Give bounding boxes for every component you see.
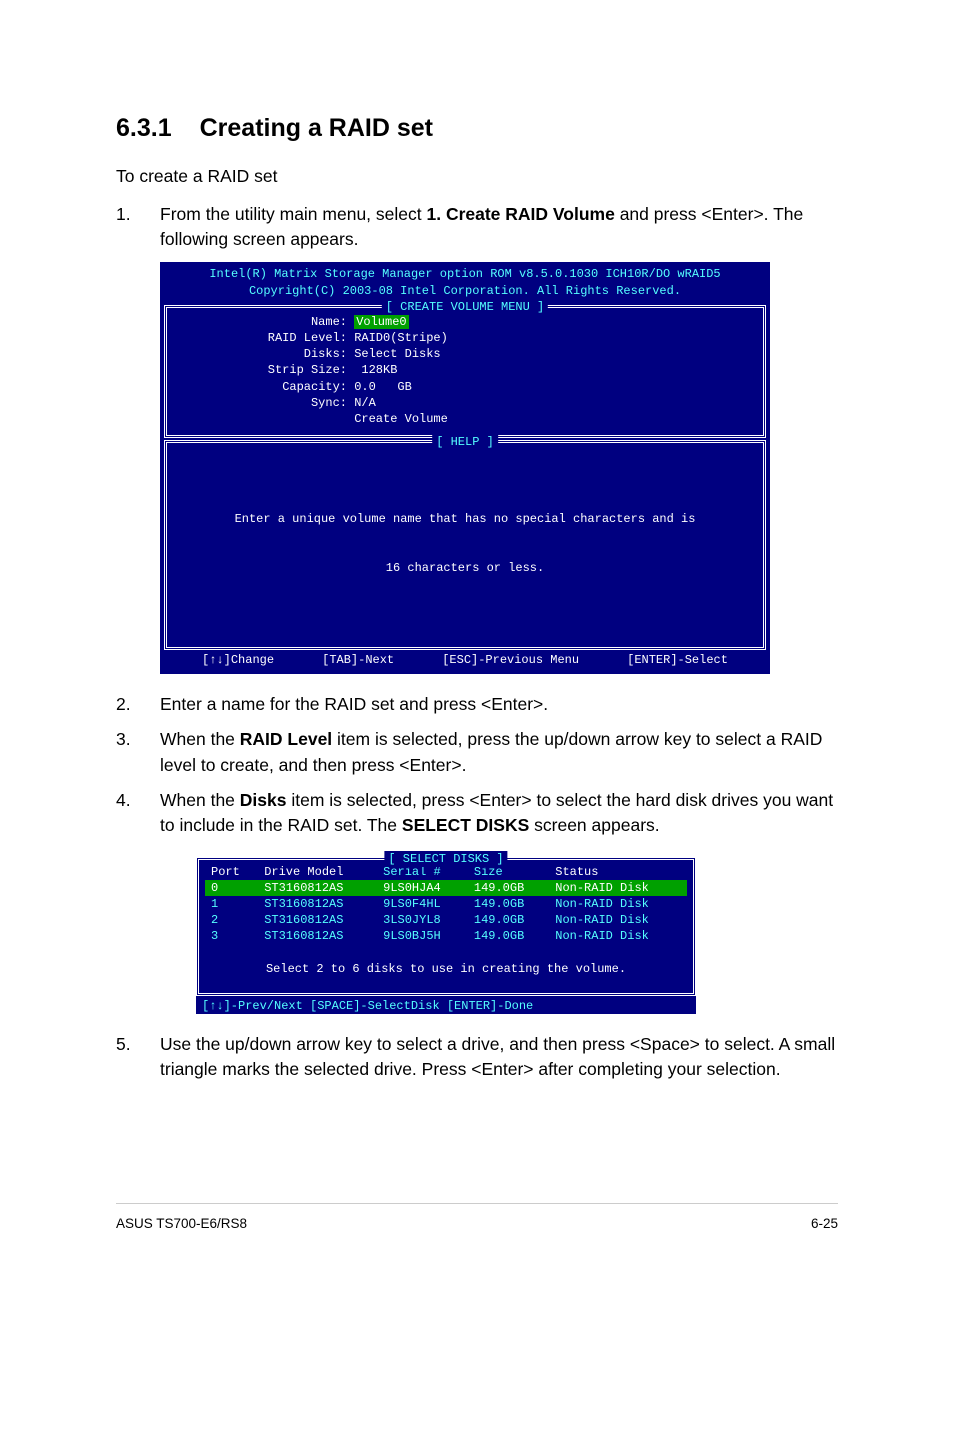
bios2-label: [ SELECT DISKS ] <box>384 851 507 867</box>
hdr-status: Status <box>549 864 687 880</box>
bios2-footer: [↑↓]-Prev/Next [SPACE]-SelectDisk [ENTER… <box>196 999 533 1013</box>
step-number: 2. <box>116 692 160 717</box>
r2-serial: 3LS0JYL8 <box>377 912 468 928</box>
bios1-box1-label: [ CREATE VOLUME MENU ] <box>382 299 548 315</box>
step-number: 4. <box>116 788 160 839</box>
r3-model: ST3160812AS <box>258 928 377 944</box>
fld-capacity-k: Capacity: <box>177 379 347 395</box>
fld-raidlevel-v: RAID0(Stripe) <box>354 331 448 345</box>
bios1-title-line2: Copyright(C) 2003-08 Intel Corporation. … <box>166 283 764 299</box>
r1-serial: 9LS0F4HL <box>377 896 468 912</box>
r2-size: 149.0GB <box>468 912 549 928</box>
footer-right: 6-25 <box>811 1214 838 1234</box>
r2-port: 2 <box>205 912 258 928</box>
r2-status: Non-RAID Disk <box>549 912 687 928</box>
bios1-box2-label: [ HELP ] <box>432 434 498 450</box>
fld-name-k: Name: <box>177 314 347 330</box>
r1-size: 149.0GB <box>468 896 549 912</box>
fld-capacity-v: 0.0 GB <box>354 380 412 394</box>
bios-create-volume-screenshot: Intel(R) Matrix Storage Manager option R… <box>160 262 770 673</box>
r1-port: 1 <box>205 896 258 912</box>
bios1-title-line1: Intel(R) Matrix Storage Manager option R… <box>166 266 764 282</box>
r3-serial: 9LS0BJ5H <box>377 928 468 944</box>
fld-create-v: Create Volume <box>354 412 448 426</box>
disk-row-1: 1 ST3160812AS 9LS0F4HL 149.0GB Non-RAID … <box>205 896 687 912</box>
step-5-text: Use the up/down arrow key to select a dr… <box>160 1032 838 1083</box>
step-5: 5. Use the up/down arrow key to select a… <box>116 1032 838 1083</box>
fld-sync-v: N/A <box>354 396 376 410</box>
bios1-footer-enter: [ENTER]-Select <box>627 652 728 668</box>
step-4-post2: screen appears. <box>529 815 659 835</box>
bios1-help-line1: Enter a unique volume name that has no s… <box>191 511 739 527</box>
step-4-bold2: SELECT DISKS <box>402 815 529 835</box>
step-number: 5. <box>116 1032 160 1083</box>
r0-size: 149.0GB <box>468 880 549 896</box>
step-2-text: Enter a name for the RAID set and press … <box>160 692 838 717</box>
page-footer: ASUS TS700-E6/RS8 6-25 <box>116 1203 838 1234</box>
step-3: 3. When the RAID Level item is selected,… <box>116 727 838 778</box>
r1-status: Non-RAID Disk <box>549 896 687 912</box>
fld-raidlevel-k: RAID Level: <box>177 330 347 346</box>
section-number: 6.3.1 <box>116 114 172 142</box>
fld-strip-v: 128KB <box>354 363 397 377</box>
bios1-footer: [↑↓]Change [TAB]-Next [ESC]-Previous Men… <box>160 652 770 674</box>
hdr-port: Port <box>205 864 258 880</box>
step-1-bold: 1. Create RAID Volume <box>426 204 614 224</box>
step-3-pre: When the <box>160 729 240 749</box>
bios1-create-volume-box: [ CREATE VOLUME MENU ] Name: Volume0 RAI… <box>164 305 766 438</box>
fld-sync-k: Sync: <box>177 395 347 411</box>
step-4: 4. When the Disks item is selected, pres… <box>116 788 838 839</box>
r2-model: ST3160812AS <box>258 912 377 928</box>
bios1-help-line2: 16 characters or less. <box>191 560 739 576</box>
step-3-bold: RAID Level <box>240 729 332 749</box>
r0-status: Non-RAID Disk <box>549 880 687 896</box>
step-number: 3. <box>116 727 160 778</box>
step-4-bold: Disks <box>240 790 287 810</box>
step-number: 1. <box>116 202 160 253</box>
fld-disks-v: Select Disks <box>354 347 440 361</box>
bios-select-disks-screenshot: [ SELECT DISKS ] Port Drive Model Serial… <box>196 857 696 1014</box>
r1-model: ST3160812AS <box>258 896 377 912</box>
bios1-footer-esc: [ESC]-Previous Menu <box>442 652 579 668</box>
r0-port: 0 <box>205 880 258 896</box>
disk-row-0: 0 ST3160812AS 9LS0HJA4 149.0GB Non-RAID … <box>205 880 687 896</box>
section-heading: 6.3.1 Creating a RAID set <box>116 110 838 146</box>
r0-model: ST3160812AS <box>258 880 377 896</box>
step-1: 1. From the utility main menu, select 1.… <box>116 202 838 253</box>
section-title-text: Creating a RAID set <box>200 114 433 142</box>
fld-strip-k: Strip Size: <box>177 362 347 378</box>
fld-disks-k: Disks: <box>177 346 347 362</box>
intro-text: To create a RAID set <box>116 164 838 189</box>
hdr-model: Drive Model <box>258 864 377 880</box>
bios1-footer-tab: [TAB]-Next <box>322 652 394 668</box>
r3-size: 149.0GB <box>468 928 549 944</box>
r3-status: Non-RAID Disk <box>549 928 687 944</box>
step-2: 2. Enter a name for the RAID set and pre… <box>116 692 838 717</box>
step-4-pre: When the <box>160 790 240 810</box>
disk-row-3: 3 ST3160812AS 9LS0BJ5H 149.0GB Non-RAID … <box>205 928 687 944</box>
footer-left: ASUS TS700-E6/RS8 <box>116 1214 247 1234</box>
fld-name-v: Volume0 <box>354 315 408 329</box>
bios2-msg: Select 2 to 6 disks to use in creating t… <box>205 945 687 987</box>
bios2-box: [ SELECT DISKS ] Port Drive Model Serial… <box>196 857 696 996</box>
r3-port: 3 <box>205 928 258 944</box>
bios1-help-box: [ HELP ] Enter a unique volume name that… <box>164 440 766 650</box>
step-1-pre: From the utility main menu, select <box>160 204 426 224</box>
disk-row-2: 2 ST3160812AS 3LS0JYL8 149.0GB Non-RAID … <box>205 912 687 928</box>
r0-serial: 9LS0HJA4 <box>377 880 468 896</box>
bios1-footer-change: [↑↓]Change <box>202 652 274 668</box>
